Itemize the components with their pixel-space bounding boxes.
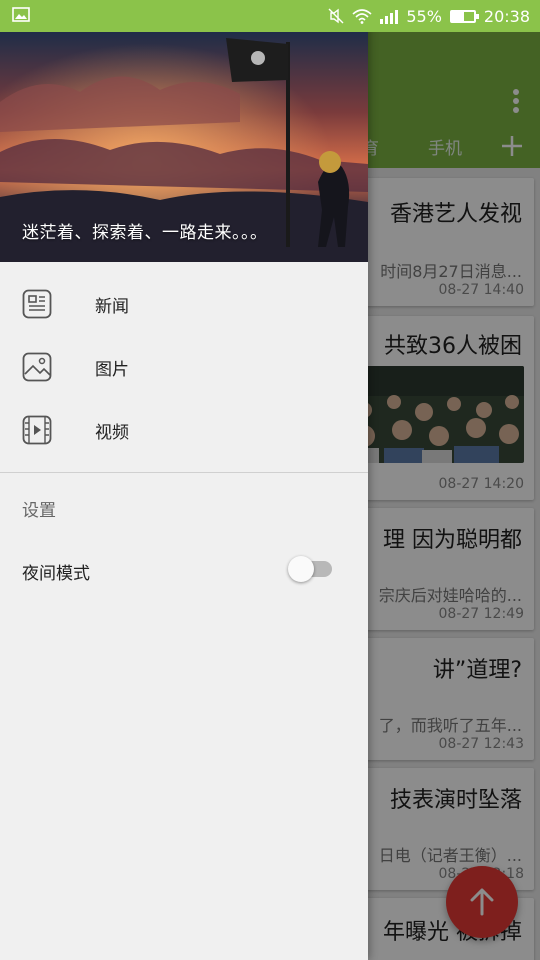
- settings-section-label: 设置: [22, 501, 56, 521]
- drawer-item-label: 视频: [95, 423, 129, 443]
- drawer-item-videos[interactable]: 视频: [0, 400, 368, 460]
- video-icon: [22, 415, 52, 445]
- drawer-item-news[interactable]: 新闻: [0, 274, 368, 334]
- status-bar: 55% 20:38: [0, 0, 540, 32]
- image-icon: [22, 352, 52, 382]
- mute-icon: [328, 8, 344, 24]
- drawer-item-label: 新闻: [95, 297, 129, 317]
- battery-icon: [449, 9, 479, 23]
- navigation-drawer: 迷茫着、探索着、一路走来。。。 新闻 图片 视频 设置 夜间模式: [0, 0, 368, 960]
- night-mode-toggle[interactable]: [288, 556, 332, 582]
- status-right: 55% 20:38: [328, 0, 530, 32]
- night-mode-label: 夜间模式: [22, 564, 90, 584]
- drawer-item-images[interactable]: 图片: [0, 337, 368, 397]
- drawer-header-text: 迷茫着、探索着、一路走来。。。: [22, 223, 268, 243]
- battery-percent: 55%: [406, 6, 442, 26]
- image-icon: [12, 7, 30, 22]
- wifi-icon: [352, 9, 372, 24]
- drawer-divider: [0, 472, 368, 473]
- drawer-item-label: 图片: [95, 360, 129, 380]
- signal-icon: [380, 9, 399, 24]
- toggle-thumb: [288, 556, 314, 582]
- clock: 20:38: [483, 6, 530, 26]
- news-icon: [22, 289, 52, 319]
- drawer-header: 迷茫着、探索着、一路走来。。。: [0, 32, 368, 262]
